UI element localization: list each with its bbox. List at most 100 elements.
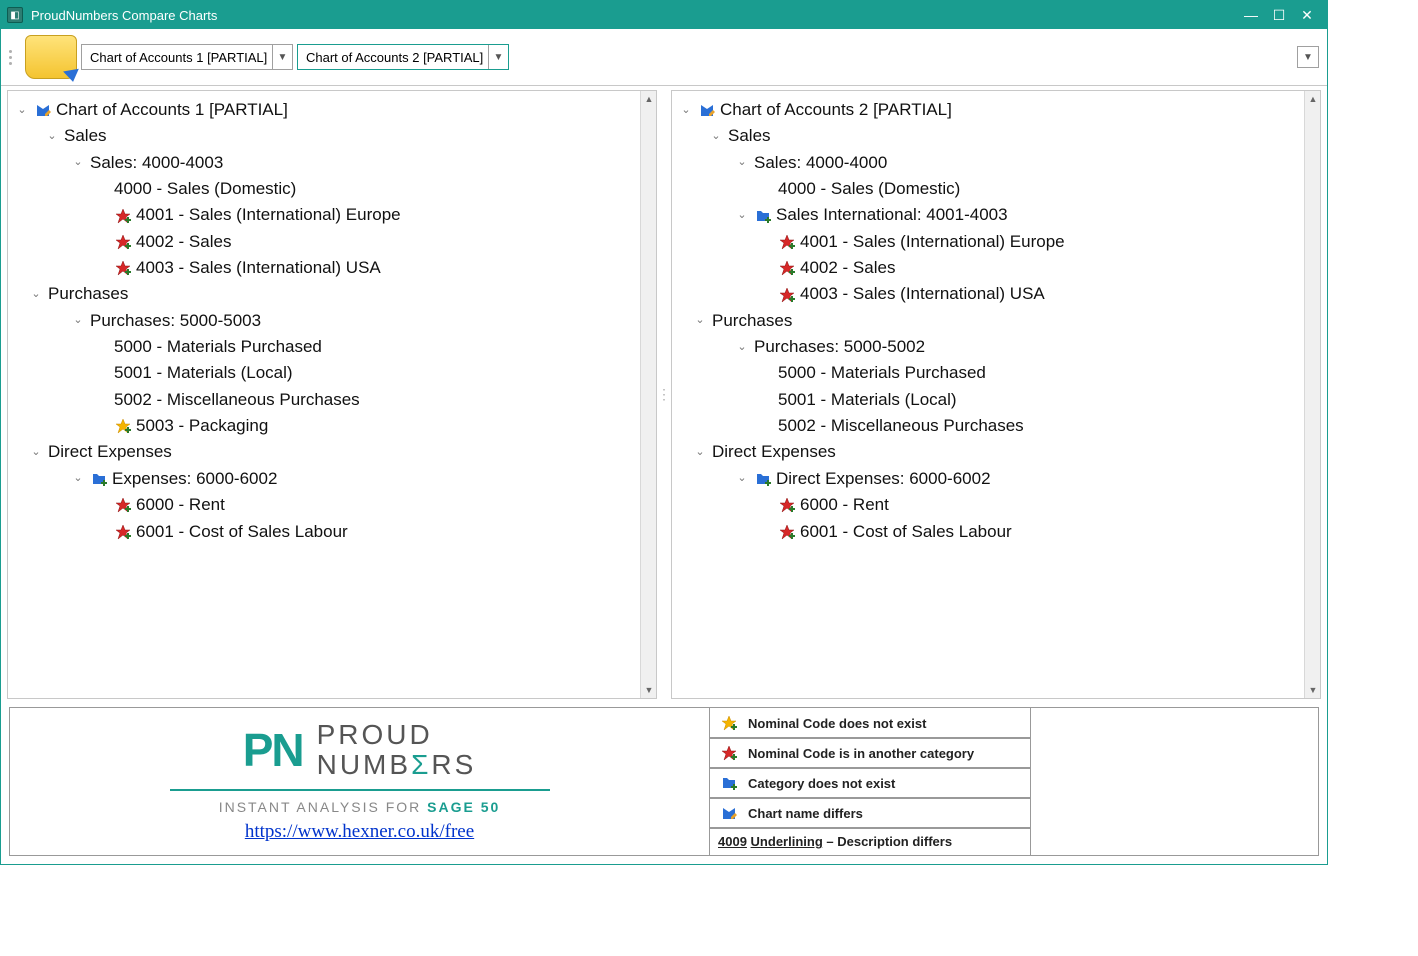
expand-toggle[interactable]: ⌄ [70, 312, 86, 329]
tree-group-label: Sales [64, 123, 107, 149]
scroll-down-icon[interactable]: ▼ [641, 682, 657, 698]
star-red-plus-icon [114, 523, 132, 541]
expand-toggle[interactable]: ⌄ [734, 339, 750, 356]
expand-toggle[interactable]: ⌄ [734, 207, 750, 224]
tree-group-label: Purchases [712, 308, 792, 334]
scroll-down-icon[interactable]: ▼ [1305, 682, 1321, 698]
tree-item-label: 4002 - Sales [800, 255, 895, 281]
tree-item-label: 5002 - Miscellaneous Purchases [778, 413, 1024, 439]
scrollbar[interactable]: ▲▼ [1304, 91, 1320, 698]
star-red-plus-icon [114, 207, 132, 225]
tree-category-label: Sales: 4000-4003 [90, 150, 223, 176]
expand-toggle[interactable]: ⌄ [44, 128, 60, 145]
tree-item-label: 4001 - Sales (International) Europe [136, 202, 401, 228]
footer: PN PROUD NUMBΣRS INSTANT ANALYSIS FOR SA… [9, 707, 1319, 856]
chart-pencil-icon [718, 804, 740, 822]
tree-item-label: 6001 - Cost of Sales Labour [800, 519, 1012, 545]
tree-group-label: Direct Expenses [48, 439, 172, 465]
compare-panels: ⌄Chart of Accounts 1 [PARTIAL] ⌄Sales ⌄S… [1, 86, 1327, 703]
brand-tagline: INSTANT ANALYSIS FOR SAGE 50 [219, 799, 501, 815]
tree-category-label: Purchases: 5000-5003 [90, 308, 261, 334]
maximize-button[interactable]: ☐ [1265, 5, 1293, 25]
star-yellow-plus-icon [718, 714, 740, 732]
scroll-up-icon[interactable]: ▲ [1305, 91, 1321, 107]
chart2-combo[interactable]: Chart of Accounts 2 [PARTIAL] ▼ [297, 44, 509, 70]
expand-toggle[interactable]: ⌄ [692, 444, 708, 461]
tree-item-label: 6000 - Rent [800, 492, 889, 518]
brand-mark-icon: PN [243, 723, 303, 777]
tree-item-label: 5001 - Materials (Local) [114, 360, 293, 386]
brand-word-bottom-post: RS [431, 749, 476, 780]
legend-row: 4009 Underlining – Description differs [709, 827, 1031, 856]
expand-toggle[interactable]: ⌄ [28, 444, 44, 461]
tree-category-label: Expenses: 6000-6002 [112, 466, 277, 492]
tree-category-label: Direct Expenses: 6000-6002 [776, 466, 991, 492]
tree-item-label: 4002 - Sales [136, 229, 231, 255]
tree-item-label: 4000 - Sales (Domestic) [778, 176, 960, 202]
brand-word-bottom-pre: NUMB [317, 749, 411, 780]
app-icon: ◧ [7, 7, 23, 23]
tree-root-label: Chart of Accounts 2 [PARTIAL] [720, 97, 952, 123]
expand-toggle[interactable]: ⌄ [70, 470, 86, 487]
expand-toggle[interactable]: ⌄ [678, 102, 694, 119]
expand-toggle[interactable]: ⌄ [14, 102, 30, 119]
tree-item-label: 5000 - Materials Purchased [778, 360, 986, 386]
expand-toggle[interactable]: ⌄ [734, 470, 750, 487]
brand-word-top: PROUD [317, 719, 433, 750]
tree-item-label: 5001 - Materials (Local) [778, 387, 957, 413]
right-tree[interactable]: ⌄Chart of Accounts 2 [PARTIAL] ⌄Sales ⌄S… [672, 91, 1320, 698]
minimize-button[interactable]: — [1237, 5, 1265, 25]
scrollbar[interactable]: ▲▼ [640, 91, 656, 698]
tree-item-label: 5000 - Materials Purchased [114, 334, 322, 360]
tree-group-label: Purchases [48, 281, 128, 307]
expand-toggle[interactable]: ⌄ [28, 286, 44, 303]
star-red-plus-icon [114, 233, 132, 251]
tree-category-label: Sales International: 4001-4003 [776, 202, 1008, 228]
panel-divider[interactable]: ⋮ [661, 90, 667, 699]
star-red-plus-icon [778, 286, 796, 304]
tree-group-label: Sales [728, 123, 771, 149]
sigma-icon: Σ [411, 749, 431, 780]
chart-pencil-icon [34, 101, 52, 119]
database-export-icon[interactable] [25, 35, 77, 79]
star-red-plus-icon [114, 496, 132, 514]
legend-text: – Description differs [823, 834, 952, 849]
legend-row: Category does not exist [709, 767, 1031, 799]
scroll-up-icon[interactable]: ▲ [641, 91, 657, 107]
chart-pencil-icon [698, 101, 716, 119]
brand-link[interactable]: https://www.hexner.co.uk/free [245, 821, 474, 843]
folder-plus-icon [90, 470, 108, 488]
toolbar-overflow-button[interactable]: ▼ [1297, 46, 1319, 68]
tree-item-label: 4000 - Sales (Domestic) [114, 176, 296, 202]
star-red-plus-icon [778, 523, 796, 541]
legend-text: Nominal Code does not exist [748, 716, 926, 731]
tree-item-label: 4003 - Sales (International) USA [136, 255, 381, 281]
legend-text: Nominal Code is in another category [748, 746, 974, 761]
chart1-combo-label: Chart of Accounts 1 [PARTIAL] [82, 50, 272, 65]
brand-logo: PN PROUD NUMBΣRS [243, 720, 477, 779]
star-yellow-plus-icon [114, 417, 132, 435]
star-red-plus-icon [778, 233, 796, 251]
tree-item-label: 6000 - Rent [136, 492, 225, 518]
chevron-down-icon[interactable]: ▼ [488, 45, 508, 69]
legend-panel: Nominal Code does not exist Nominal Code… [710, 708, 1030, 855]
expand-toggle[interactable]: ⌄ [734, 154, 750, 171]
legend-row: Chart name differs [709, 797, 1031, 829]
folder-plus-icon [754, 207, 772, 225]
star-red-plus-icon [778, 259, 796, 277]
tree-item-label: 5003 - Packaging [136, 413, 268, 439]
chart1-combo[interactable]: Chart of Accounts 1 [PARTIAL] ▼ [81, 44, 293, 70]
expand-toggle[interactable]: ⌄ [692, 312, 708, 329]
close-button[interactable]: ✕ [1293, 5, 1321, 25]
left-tree[interactable]: ⌄Chart of Accounts 1 [PARTIAL] ⌄Sales ⌄S… [8, 91, 656, 698]
expand-toggle[interactable]: ⌄ [708, 128, 724, 145]
toolbar-grip-icon [9, 37, 17, 77]
toolbar: Chart of Accounts 1 [PARTIAL] ▼ Chart of… [1, 29, 1327, 86]
brand-rule [170, 789, 550, 791]
left-tree-panel: ⌄Chart of Accounts 1 [PARTIAL] ⌄Sales ⌄S… [7, 90, 657, 699]
legend-row: Nominal Code does not exist [709, 707, 1031, 739]
chevron-down-icon[interactable]: ▼ [272, 45, 292, 69]
expand-toggle[interactable]: ⌄ [70, 154, 86, 171]
star-red-plus-icon [718, 744, 740, 762]
legend-text: Chart name differs [748, 806, 863, 821]
